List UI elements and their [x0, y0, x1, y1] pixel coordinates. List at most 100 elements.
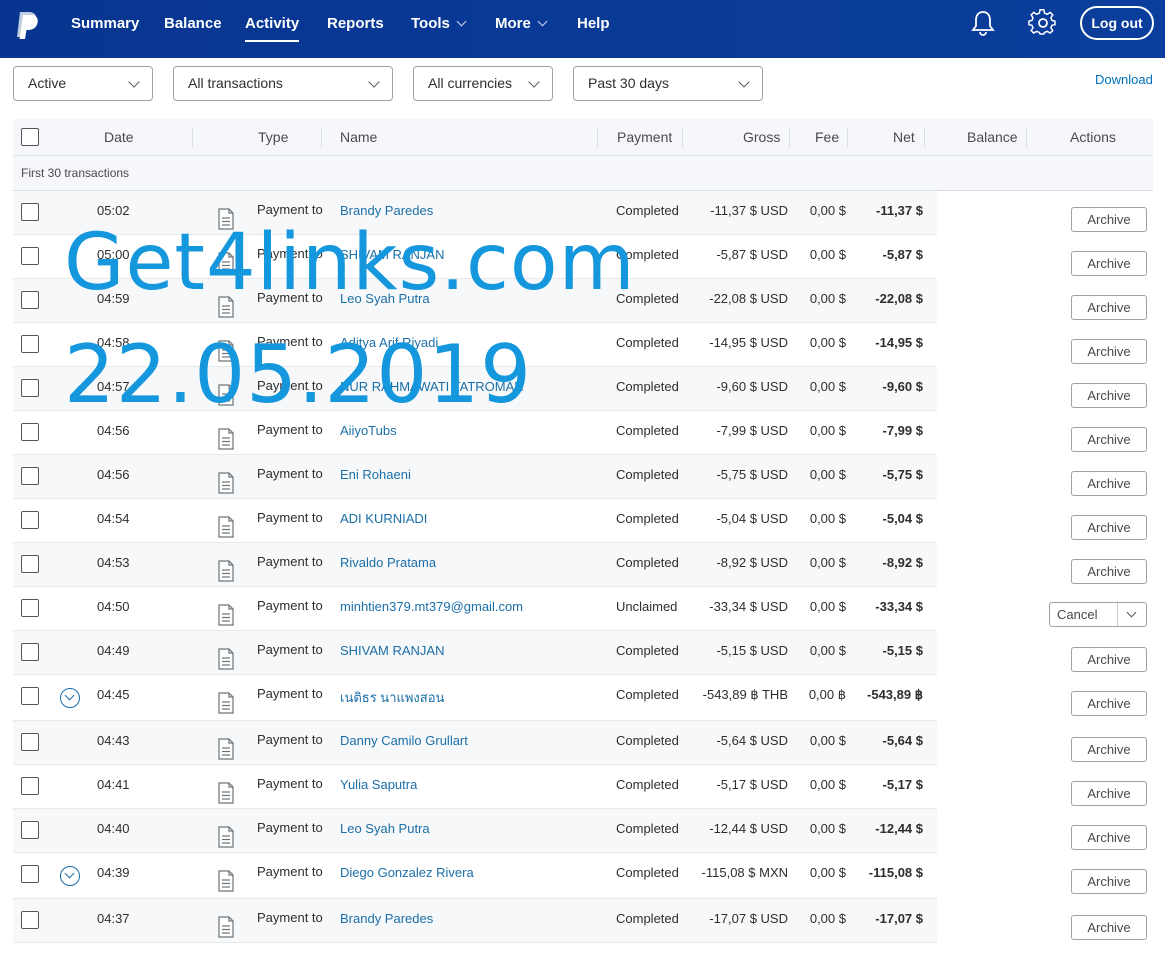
table-row[interactable]: 04:56 Payment to Eni Rohaeni Completed -5,75…	[13, 455, 937, 499]
archive-button[interactable]: Archive	[1071, 825, 1147, 850]
archive-button[interactable]: Archive	[1071, 691, 1147, 716]
row-checkbox[interactable]	[21, 733, 39, 751]
payee-name-link[interactable]: Leo Syah Putra	[340, 821, 430, 836]
archive-button[interactable]: Archive	[1071, 915, 1147, 940]
logout-button[interactable]: Log out	[1080, 6, 1154, 40]
row-checkbox[interactable]	[21, 379, 39, 397]
archive-button[interactable]: Archive	[1071, 737, 1147, 762]
fee-amount: 0,00 $	[809, 911, 846, 926]
archive-button[interactable]: Archive	[1071, 515, 1147, 540]
expand-row-icon[interactable]	[60, 866, 80, 886]
payee-name-link[interactable]: เนติธร นาแพงสอน	[340, 687, 444, 708]
archive-button[interactable]: Archive	[1071, 869, 1147, 894]
row-checkbox[interactable]	[21, 865, 39, 883]
row-checkbox[interactable]	[21, 643, 39, 661]
column-divider	[924, 127, 925, 148]
archive-button[interactable]: Archive	[1071, 383, 1147, 408]
gross-amount: -12,44 $ USD	[709, 821, 788, 836]
fee-amount: 0,00 $	[809, 423, 846, 438]
download-link[interactable]: Download	[1095, 72, 1153, 87]
watermark-line1: Get4links.com	[64, 218, 636, 308]
cancel-button-label: Cancel	[1057, 607, 1098, 622]
nav-activity[interactable]: Activity	[245, 0, 300, 48]
row-checkbox[interactable]	[21, 335, 39, 353]
nav-summary[interactable]: Summary	[71, 0, 139, 48]
table-row[interactable]: 04:43 Payment to Danny Camilo Grullart Comp…	[13, 721, 937, 765]
archive-button[interactable]: Archive	[1071, 207, 1147, 232]
row-checkbox[interactable]	[21, 555, 39, 573]
table-row[interactable]: 04:49 Payment to SHIVAM RANJAN Completed -5,…	[13, 631, 937, 675]
currency-filter-select[interactable]: All currencies	[413, 66, 553, 101]
row-checkbox[interactable]	[21, 911, 39, 929]
payee-name-link[interactable]: minhtien379.mt379@gmail.com	[340, 599, 523, 614]
row-checkbox[interactable]	[21, 599, 39, 617]
table-row[interactable]: 04:54 Payment to ADI KURNIADI Completed -5,0…	[13, 499, 937, 543]
row-checkbox[interactable]	[21, 821, 39, 839]
bell-icon[interactable]	[968, 8, 998, 38]
gear-icon[interactable]	[1028, 8, 1058, 38]
column-divider	[682, 127, 683, 148]
column-divider	[789, 127, 790, 148]
row-checkbox[interactable]	[21, 687, 39, 705]
select-all-checkbox[interactable]	[21, 128, 39, 146]
gross-amount: -5,87 $ USD	[716, 247, 788, 262]
column-header-gross: Gross	[743, 129, 781, 145]
transaction-type: Payment to	[257, 422, 323, 437]
row-checkbox[interactable]	[21, 203, 39, 221]
transaction-type: Payment to	[257, 598, 323, 613]
table-row[interactable]: 04:50 Payment to minhtien379.mt379@gmail.c…	[13, 587, 937, 631]
table-row[interactable]: 04:40 Payment to Leo Syah Putra Completed -1…	[13, 809, 937, 853]
nav-balance[interactable]: Balance	[164, 0, 222, 48]
payee-name-link[interactable]: Eni Rohaeni	[340, 467, 411, 482]
payment-status: Completed	[616, 733, 679, 748]
archive-button[interactable]: Archive	[1071, 559, 1147, 584]
payee-name-link[interactable]: Brandy Paredes	[340, 911, 433, 926]
watermark-line2: 22.05.2019	[64, 328, 533, 421]
archive-button[interactable]: Archive	[1071, 647, 1147, 672]
column-header-date[interactable]: Date	[104, 119, 134, 156]
group-label: First 30 transactions	[13, 156, 1153, 191]
payee-name-link[interactable]: Diego Gonzalez Rivera	[340, 865, 474, 880]
period-filter-select[interactable]: Past 30 days	[573, 66, 763, 101]
payee-name-link[interactable]: ADI KURNIADI	[340, 511, 427, 526]
archive-button[interactable]: Archive	[1071, 781, 1147, 806]
table-row[interactable]: 04:53 Payment to Rivaldo Pratama Completed -…	[13, 543, 937, 587]
table-row[interactable]: 04:41 Payment to Yulia Saputra Completed -5,…	[13, 765, 937, 809]
document-icon	[218, 870, 234, 892]
gross-amount: -5,64 $ USD	[716, 733, 788, 748]
chevron-down-icon[interactable]	[1126, 607, 1137, 618]
archive-button[interactable]: Archive	[1071, 339, 1147, 364]
payee-name-link[interactable]: Yulia Saputra	[340, 777, 417, 792]
archive-button[interactable]: Archive	[1071, 471, 1147, 496]
table-row[interactable]: 04:39 Payment to Diego Gonzalez Rivera Comp…	[13, 853, 937, 899]
row-checkbox[interactable]	[21, 511, 39, 529]
row-checkbox[interactable]	[21, 247, 39, 265]
payee-name-link[interactable]: Brandy Paredes	[340, 203, 433, 218]
nav-more[interactable]: More	[495, 0, 548, 48]
row-checkbox[interactable]	[21, 291, 39, 309]
payee-name-link[interactable]: Rivaldo Pratama	[340, 555, 436, 570]
payee-name-link[interactable]: AiiyoTubs	[340, 423, 397, 438]
archive-button[interactable]: Archive	[1071, 251, 1147, 276]
payment-status: Completed	[616, 379, 679, 394]
row-checkbox[interactable]	[21, 777, 39, 795]
net-amount: -17,07 $	[875, 911, 923, 926]
row-checkbox[interactable]	[21, 467, 39, 485]
document-icon	[218, 648, 234, 670]
table-row[interactable]: 04:45 Payment to เนติธร นาแพงสอน Completed -…	[13, 675, 937, 721]
archive-button[interactable]: Archive	[1071, 295, 1147, 320]
payee-name-link[interactable]: SHIVAM RANJAN	[340, 643, 445, 658]
row-checkbox[interactable]	[21, 423, 39, 441]
nav-help[interactable]: Help	[577, 0, 610, 48]
archive-button[interactable]: Archive	[1071, 427, 1147, 452]
expand-row-icon[interactable]	[60, 688, 80, 708]
type-filter-select[interactable]: All transactions	[173, 66, 393, 101]
nav-reports[interactable]: Reports	[327, 0, 384, 48]
cancel-button[interactable]: Cancel	[1049, 602, 1147, 627]
nav-tools[interactable]: Tools	[411, 0, 467, 48]
table-row[interactable]: 04:37 Payment to Brandy Paredes Completed -1…	[13, 899, 937, 943]
status-filter-select[interactable]: Active	[13, 66, 153, 101]
column-divider	[597, 127, 598, 148]
paypal-logo-icon[interactable]	[14, 10, 40, 40]
payee-name-link[interactable]: Danny Camilo Grullart	[340, 733, 468, 748]
